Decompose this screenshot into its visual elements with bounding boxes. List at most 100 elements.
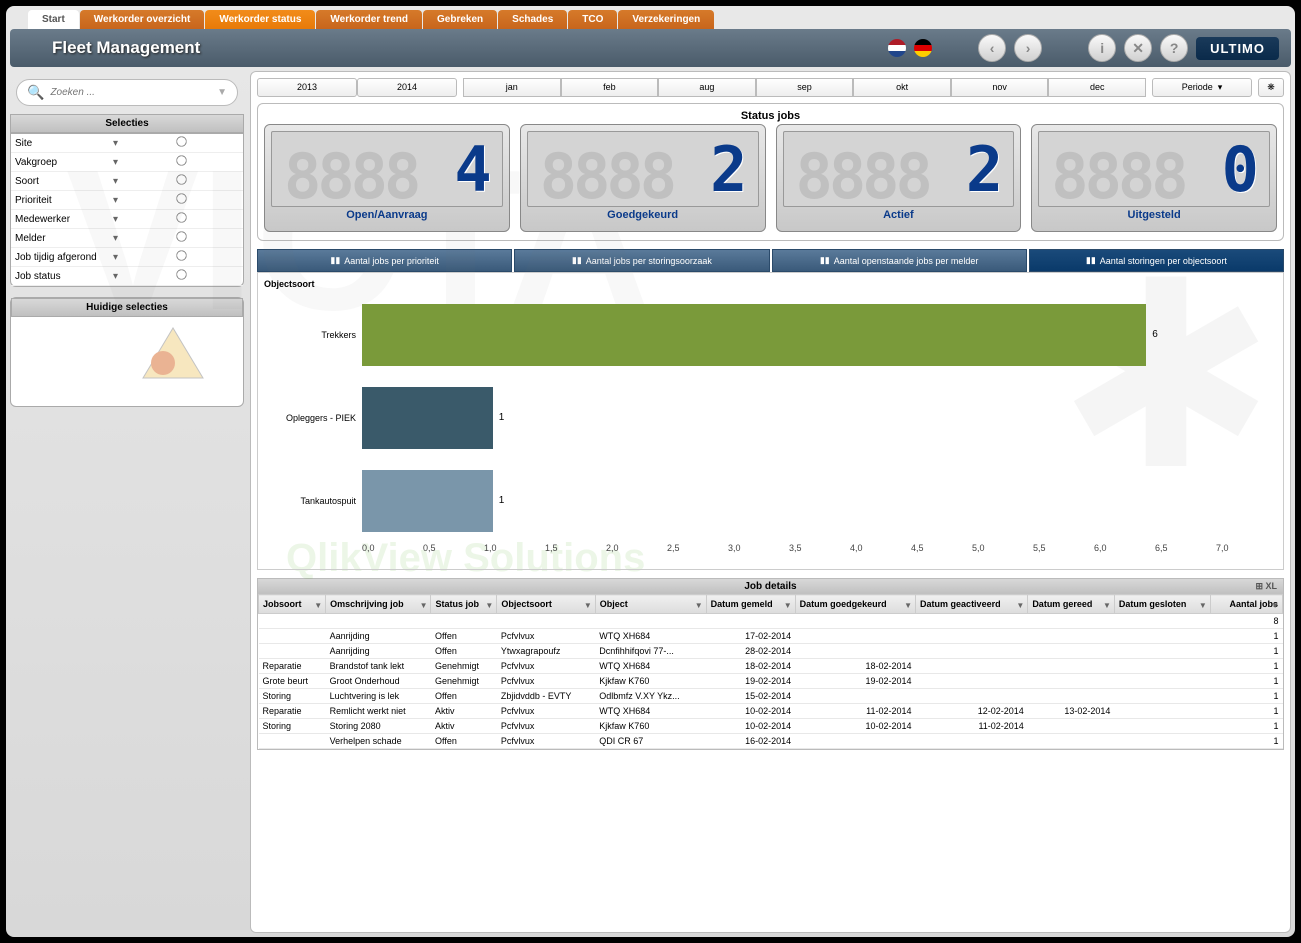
table-header[interactable]: Datum gesloten▼: [1114, 595, 1210, 614]
nav-forward-button[interactable]: ›: [1014, 34, 1042, 62]
table-row[interactable]: StoringLuchtvering is lekOffenZbjidvddb …: [259, 689, 1283, 704]
selectie-row[interactable]: Soort▾: [11, 172, 243, 191]
cell-geactiveerd: 12-02-2014: [916, 704, 1028, 719]
chart-tab[interactable]: ▮▮ Aantal storingen per objectsoort: [1029, 249, 1284, 272]
selectie-radio[interactable]: [176, 269, 186, 279]
nav-back-button[interactable]: ‹: [978, 34, 1006, 62]
selectie-radio[interactable]: [176, 174, 186, 184]
selectie-radio[interactable]: [176, 136, 186, 146]
chart-tab[interactable]: ▮▮ Aantal openstaande jobs per melder: [772, 249, 1027, 272]
month-sep[interactable]: sep: [756, 78, 854, 97]
status-card: 88882Actief: [776, 124, 1022, 232]
table-row[interactable]: ReparatieRemlicht werkt nietAktivPcfvlvu…: [259, 704, 1283, 719]
month-okt[interactable]: okt: [853, 78, 951, 97]
month-aug[interactable]: aug: [658, 78, 756, 97]
selectie-row[interactable]: Vakgroep▾: [11, 153, 243, 172]
chevron-down-icon[interactable]: ▾: [113, 176, 123, 187]
selectie-row[interactable]: Medewerker▾: [11, 210, 243, 229]
bar-chart-icon: ▮▮: [330, 255, 340, 266]
status-card: 88882Goedgekeurd: [520, 124, 766, 232]
flag-nl-icon[interactable]: [888, 39, 906, 57]
selectie-radio[interactable]: [176, 212, 186, 222]
month-feb[interactable]: feb: [561, 78, 659, 97]
cell-geactiveerd: 11-02-2014: [916, 719, 1028, 734]
selectie-radio[interactable]: [176, 155, 186, 165]
table-header[interactable]: Status job▼: [431, 595, 497, 614]
month-jan[interactable]: jan: [463, 78, 561, 97]
chart-tab[interactable]: ▮▮ Aantal jobs per storingsoorzaak: [514, 249, 769, 272]
month-dec[interactable]: dec: [1048, 78, 1146, 97]
selectie-radio[interactable]: [176, 250, 186, 260]
table-header[interactable]: Jobsoort▼: [259, 595, 326, 614]
search-input[interactable]: 🔍 ▼: [16, 79, 238, 106]
table-header[interactable]: Aantal jobs▼: [1210, 595, 1282, 614]
chevron-down-icon[interactable]: ▾: [113, 214, 123, 225]
table-header[interactable]: Object▼: [595, 595, 706, 614]
tab-verzekeringen[interactable]: Verzekeringen: [618, 10, 714, 29]
table-header[interactable]: Datum goedgekeurd▼: [795, 595, 915, 614]
table-row[interactable]: AanrijdingOffenYtwxagrapoufzDcnfihhifqov…: [259, 644, 1283, 659]
total-value: 8: [1210, 614, 1282, 629]
selectie-row[interactable]: Melder▾: [11, 229, 243, 248]
sort-icon: ▼: [784, 601, 792, 610]
export-xl-button[interactable]: ⊞ XL: [1255, 581, 1277, 592]
table-row[interactable]: StoringStoring 2080AktivPcfvlvuxKjkfaw K…: [259, 719, 1283, 734]
cell-goedgekeurd: [795, 629, 915, 644]
chart-tab[interactable]: ▮▮ Aantal jobs per prioriteit: [257, 249, 512, 272]
chevron-down-icon[interactable]: ▾: [113, 138, 123, 149]
cell-geactiveerd: [916, 674, 1028, 689]
tab-start[interactable]: Start: [28, 10, 79, 29]
cell-gesloten: [1114, 734, 1210, 749]
selectie-row[interactable]: Site▾: [11, 134, 243, 153]
tab-tco[interactable]: TCO: [568, 10, 617, 29]
bar-chart-icon: ▮▮: [820, 255, 830, 266]
flag-de-icon[interactable]: [914, 39, 932, 57]
selectie-radio[interactable]: [176, 193, 186, 203]
chevron-down-icon[interactable]: ▾: [113, 271, 123, 282]
chevron-down-icon: ▼: [217, 87, 227, 98]
cell-aantal: 1: [1210, 644, 1282, 659]
sort-icon: ▼: [1103, 601, 1111, 610]
table-header[interactable]: Objectsoort▼: [497, 595, 595, 614]
chevron-down-icon[interactable]: ▾: [113, 195, 123, 206]
tab-gebreken[interactable]: Gebreken: [423, 10, 497, 29]
table-header[interactable]: Omschrijving job▼: [326, 595, 431, 614]
cell-aantal: 1: [1210, 704, 1282, 719]
tab-werkorder-overzicht[interactable]: Werkorder overzicht: [80, 10, 205, 29]
cell-status: Genehmigt: [431, 659, 497, 674]
tab-werkorder-trend[interactable]: Werkorder trend: [316, 10, 422, 29]
x-tick: 4,5: [911, 543, 972, 553]
close-button[interactable]: ✕: [1124, 34, 1152, 62]
chevron-down-icon[interactable]: ▾: [113, 157, 123, 168]
tab-schades[interactable]: Schades: [498, 10, 567, 29]
table-row[interactable]: ReparatieBrandstof tank lektGenehmigtPcf…: [259, 659, 1283, 674]
gear-icon[interactable]: ❋: [1258, 78, 1284, 97]
year-2014[interactable]: 2014: [357, 78, 457, 97]
table-row[interactable]: Verhelpen schadeOffenPcfvlvuxQDI CR 6716…: [259, 734, 1283, 749]
help-button[interactable]: ?: [1160, 34, 1188, 62]
selectie-row[interactable]: Prioriteit▾: [11, 191, 243, 210]
chart-area: Objectsoort Trekkers6Opleggers - PIEK1Ta…: [257, 272, 1284, 570]
cell-geactiveerd: [916, 629, 1028, 644]
status-value: 2: [710, 133, 747, 206]
table-header[interactable]: Datum gemeld▼: [706, 595, 795, 614]
chevron-down-icon[interactable]: ▾: [113, 233, 123, 244]
search-icon: 🔍: [27, 84, 44, 101]
periode-select[interactable]: Periode ▾: [1152, 78, 1252, 97]
table-row[interactable]: Grote beurtGroot OnderhoudGenehmigtPcfvl…: [259, 674, 1283, 689]
month-nov[interactable]: nov: [951, 78, 1049, 97]
selectie-radio[interactable]: [176, 231, 186, 241]
table-row[interactable]: AanrijdingOffenPcfvlvuxWTQ XH68417-02-20…: [259, 629, 1283, 644]
selectie-row[interactable]: Job tijdig afgerond▾: [11, 248, 243, 267]
year-2013[interactable]: 2013: [257, 78, 357, 97]
table-header[interactable]: Datum gereed▼: [1028, 595, 1115, 614]
sort-icon: ▼: [485, 601, 493, 610]
selectie-row[interactable]: Job status▾: [11, 267, 243, 286]
chevron-down-icon[interactable]: ▾: [113, 252, 123, 263]
info-button[interactable]: i: [1088, 34, 1116, 62]
cell-gesloten: [1114, 704, 1210, 719]
tab-werkorder-status[interactable]: Werkorder status: [205, 10, 315, 29]
cell-status: Offen: [431, 644, 497, 659]
table-header[interactable]: Datum geactiveerd▼: [916, 595, 1028, 614]
app-header: Fleet Management ‹ › i ✕ ? ULTIMO: [10, 29, 1291, 67]
